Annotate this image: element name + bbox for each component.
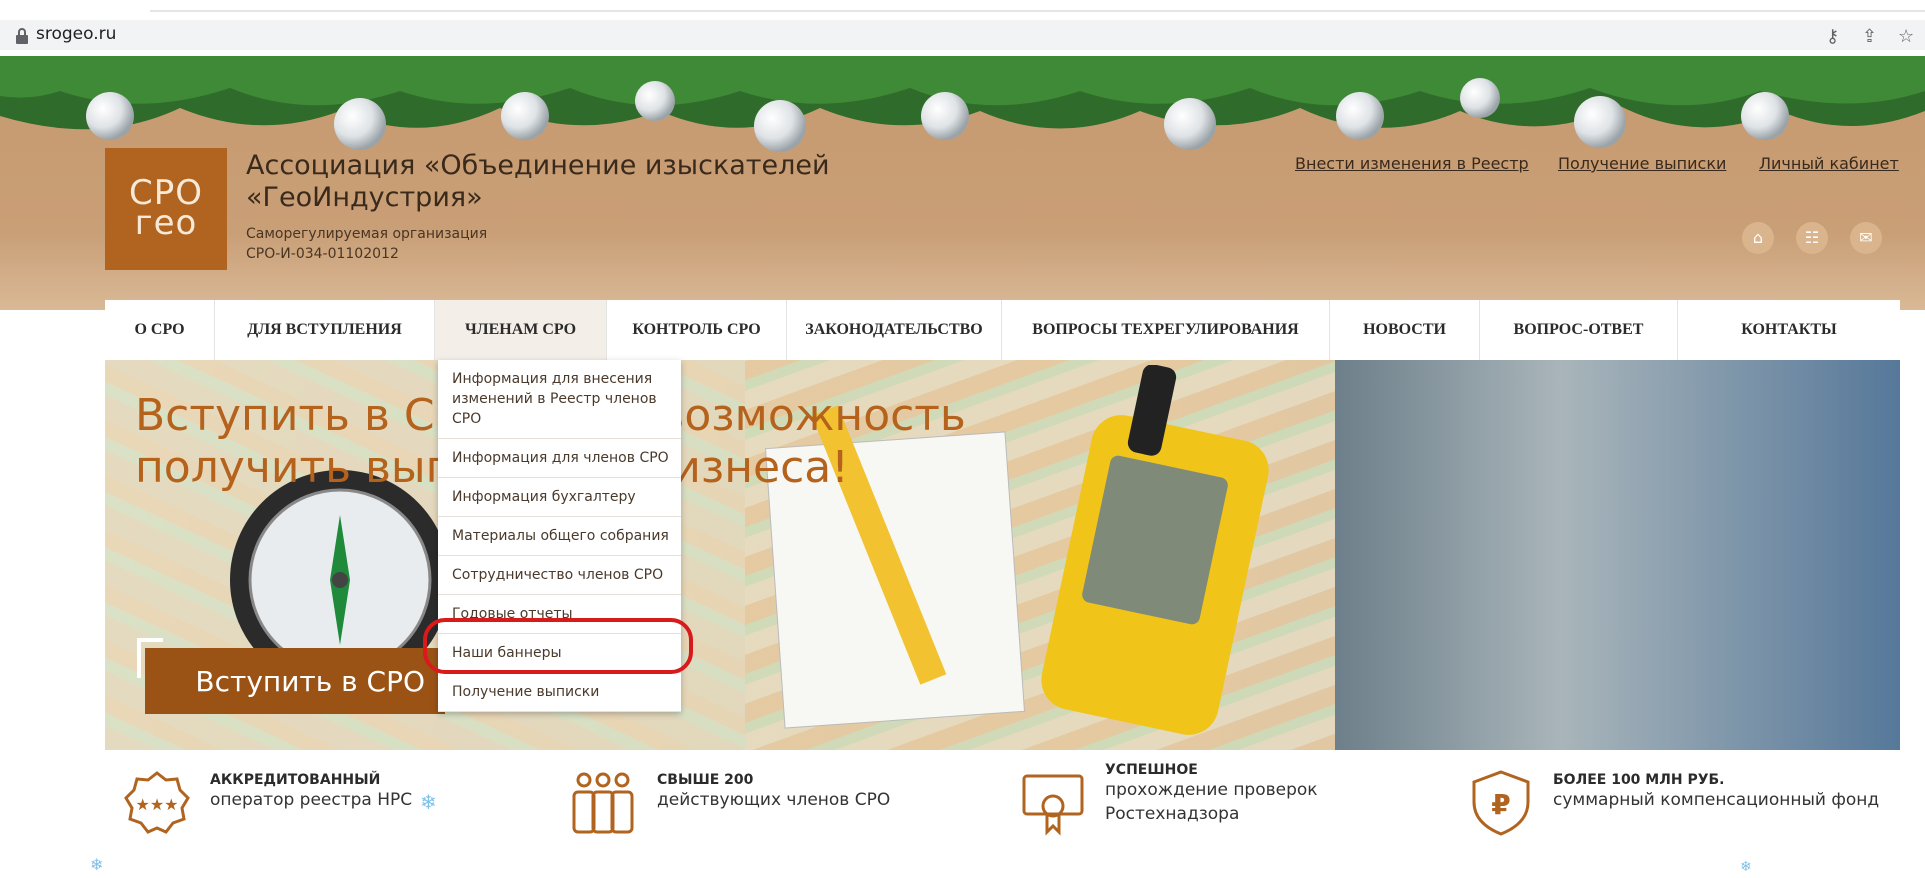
nav-faq[interactable]: ВОПРОС-ОТВЕТ xyxy=(1480,300,1678,360)
feature-accredited-title: АККРЕДИТОВАННЫЙ xyxy=(210,772,381,788)
snowflake-icon: ❄ xyxy=(1740,858,1752,874)
feature-accredited: АККРЕДИТОВАННЫЙ оператор реестра НРС xyxy=(210,772,412,812)
key-icon[interactable]: ⚷ xyxy=(1826,26,1839,47)
ruble-shield-icon: ₽ xyxy=(1472,770,1530,836)
features-strip xyxy=(0,750,1925,878)
feature-members-title: СВЫШЕ 200 xyxy=(657,772,754,788)
organization-type: Саморегулируемая организация xyxy=(246,226,488,242)
dropdown-item-members-info[interactable]: Информация для членов СРО xyxy=(438,439,681,478)
nav-about[interactable]: О СРО xyxy=(105,300,215,360)
nav-contacts[interactable]: КОНТАКТЫ xyxy=(1678,300,1900,360)
annual-reports-highlight-circle xyxy=(423,618,693,674)
share-icon[interactable]: ⇪ xyxy=(1862,26,1877,47)
tab-strip-line xyxy=(150,10,1925,12)
nav-joining[interactable]: ДЛЯ ВСТУПЛЕНИЯ xyxy=(215,300,435,360)
surveyor-photo xyxy=(1335,360,1900,750)
feature-inspections-text: прохождение проверок Ростехнадзора xyxy=(1105,780,1318,824)
url-bar[interactable] xyxy=(0,20,1925,50)
feature-compensation-fund: БОЛЕЕ 100 МЛН РУБ. суммарный компенсацио… xyxy=(1553,772,1879,812)
hero-banner[interactable]: Вступить в СРО — это возможность получит… xyxy=(105,360,1900,750)
extract-link[interactable]: Получение выписки xyxy=(1558,154,1726,173)
feature-members: СВЫШЕ 200 действующих членов СРО xyxy=(657,772,890,812)
join-sro-button[interactable]: Вступить в СРО xyxy=(145,648,445,714)
mail-icon[interactable]: ✉ xyxy=(1850,222,1882,254)
organization-subtitle: Саморегулируемая организация СРО-И-034-0… xyxy=(246,224,487,264)
feature-fund-text: суммарный компенсационный фонд xyxy=(1553,790,1880,810)
nav-tech-regulation[interactable]: ВОПРОСЫ ТЕХРЕГУЛИРОВАНИЯ xyxy=(1002,300,1330,360)
main-navigation: О СРО ДЛЯ ВСТУПЛЕНИЯ ЧЛЕНАМ СРО КОНТРОЛЬ… xyxy=(105,300,1900,360)
lock-icon xyxy=(16,28,28,44)
nav-legislation[interactable]: ЗАКОНОДАТЕЛЬСТВО xyxy=(787,300,1002,360)
registry-number: СРО-И-034-01102012 xyxy=(246,246,399,262)
certificate-icon xyxy=(1022,774,1084,836)
dropdown-item-registry-changes-info[interactable]: Информация для внесения изменений в Реес… xyxy=(438,360,681,439)
home-icon[interactable]: ⌂ xyxy=(1742,222,1774,254)
feature-accredited-text: оператор реестра НРС xyxy=(210,790,413,810)
dropdown-item-extract[interactable]: Получение выписки xyxy=(438,673,681,712)
organization-title: Ассоциация «Объединение изыскателей «Гео… xyxy=(246,150,830,213)
nav-members[interactable]: ЧЛЕНАМ СРО xyxy=(435,300,607,360)
browser-address-bar xyxy=(0,0,1925,56)
snowflake-icon: ❄ xyxy=(90,857,104,874)
sitemap-icon[interactable]: ☷ xyxy=(1796,222,1828,254)
dropdown-item-cooperation[interactable]: Сотрудничество членов СРО xyxy=(438,556,681,595)
nav-news[interactable]: НОВОСТИ xyxy=(1330,300,1480,360)
nav-control[interactable]: КОНТРОЛЬ СРО xyxy=(607,300,787,360)
sro-geo-logo[interactable]: СРО гео xyxy=(105,148,227,270)
personal-account-link[interactable]: Личный кабинет xyxy=(1759,154,1899,173)
registry-changes-link[interactable]: Внести изменения в Реестр xyxy=(1295,154,1529,173)
logo-line-2: гео xyxy=(134,203,198,243)
feature-inspections-title: УСПЕШНОЕ xyxy=(1105,762,1198,778)
svg-text:★★★: ★★★ xyxy=(135,795,178,814)
snowflake-icon: ❄ xyxy=(420,792,437,814)
svg-text:₽: ₽ xyxy=(1491,788,1510,821)
feature-inspections: УСПЕШНОЕ прохождение проверок Ростехнадз… xyxy=(1105,762,1335,826)
star-icon[interactable]: ☆ xyxy=(1898,26,1914,47)
url-text[interactable]: srogeo.ru xyxy=(36,24,116,44)
feature-fund-title: БОЛЕЕ 100 МЛН РУБ. xyxy=(1553,772,1725,788)
dropdown-item-accountant-info[interactable]: Информация бухгалтеру xyxy=(438,478,681,517)
feature-members-text: действующих членов СРО xyxy=(657,790,891,810)
people-icon xyxy=(572,772,634,834)
stars-badge-icon: ★★★ xyxy=(124,771,190,834)
dropdown-item-general-meeting[interactable]: Материалы общего собрания xyxy=(438,517,681,556)
